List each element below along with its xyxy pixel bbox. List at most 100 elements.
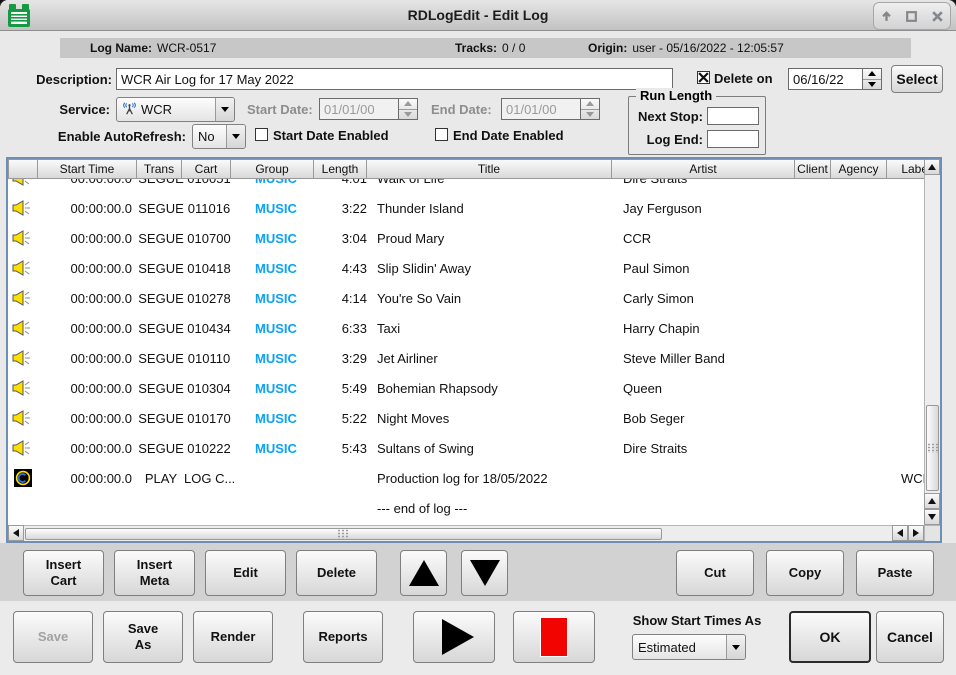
insert-meta-button[interactable]: Insert Meta xyxy=(114,550,195,596)
speaker-icon xyxy=(8,179,38,186)
combo-arrow-icon[interactable] xyxy=(226,125,245,148)
cell-trans: SEGUE xyxy=(138,261,184,276)
scroll-left-icon[interactable] xyxy=(8,525,24,541)
log-row[interactable]: 00:00:00.0SEGUE010700MUSIC3:04Proud Mary… xyxy=(8,223,924,253)
horizontal-scroll-thumb[interactable] xyxy=(25,528,662,540)
cell-group: MUSIC xyxy=(234,441,318,456)
shade-window-icon[interactable] xyxy=(880,9,894,23)
autorefresh-combo[interactable]: No xyxy=(192,124,246,149)
delete-button[interactable]: Delete xyxy=(296,550,377,596)
close-window-icon[interactable] xyxy=(930,9,944,23)
spin-up-icon[interactable] xyxy=(863,69,881,80)
run-length-title: Run Length xyxy=(636,88,716,103)
cell-artist: Dire Straits xyxy=(618,441,802,456)
log-row[interactable]: 00:00:00.0SEGUE010170MUSIC5:22Night Move… xyxy=(8,403,924,433)
cell-group: MUSIC xyxy=(234,201,318,216)
combo-arrow-icon[interactable] xyxy=(215,98,234,121)
save-button: Save xyxy=(13,611,93,663)
log-row[interactable]: 00:00:00.0SEGUE010434MUSIC6:33TaxiHarry … xyxy=(8,313,924,343)
cell-start_time: 00:00:00.0 xyxy=(38,321,138,336)
delete-on-checkbox[interactable] xyxy=(697,71,710,84)
log-row[interactable]: 00:00:00.0PLAYLOG C...Production log for… xyxy=(8,463,924,493)
cut-button[interactable]: Cut xyxy=(676,550,754,596)
stop-button[interactable] xyxy=(513,611,595,663)
start-date-input xyxy=(319,98,399,120)
copy-button[interactable]: Copy xyxy=(766,550,844,596)
cell-group: MUSIC xyxy=(234,291,318,306)
log-row[interactable]: 00:00:00.0SEGUE010110MUSIC3:29Jet Airlin… xyxy=(8,343,924,373)
column-header-title[interactable]: Title xyxy=(366,159,612,179)
cell-trans: SEGUE xyxy=(138,381,184,396)
spin-down-icon[interactable] xyxy=(863,80,881,90)
log-row[interactable]: 00:00:00.0SEGUE010304MUSIC5:49Bohemian R… xyxy=(8,373,924,403)
insert-cart-button[interactable]: Insert Cart xyxy=(23,550,104,596)
column-header-label[interactable]: Label xyxy=(886,159,924,179)
save-as-button[interactable]: Save As xyxy=(103,611,183,663)
cell-group: MUSIC xyxy=(234,411,318,426)
column-header-length[interactable]: Length xyxy=(313,159,367,179)
play-button[interactable] xyxy=(413,611,495,663)
log-row[interactable]: 00:00:00.0SEGUE010278MUSIC4:14You're So … xyxy=(8,283,924,313)
column-header-start_time[interactable]: Start Time xyxy=(37,159,137,179)
cell-group: MUSIC xyxy=(234,381,318,396)
scroll-down-icon[interactable] xyxy=(924,509,940,525)
autorefresh-value: No xyxy=(198,129,215,144)
delete-on-label: Delete on xyxy=(714,71,773,86)
cell-trans: SEGUE xyxy=(138,201,184,216)
start-date-enabled-checkbox[interactable] xyxy=(255,128,268,141)
ok-button[interactable]: OK xyxy=(789,611,871,663)
log-end-input[interactable] xyxy=(707,130,759,148)
cell-group: MUSIC xyxy=(234,321,318,336)
column-header-artist[interactable]: Artist xyxy=(611,159,795,179)
maximize-window-icon[interactable] xyxy=(905,9,919,23)
log-end-label: Log End: xyxy=(633,132,703,147)
log-row[interactable]: 00:00:00.0SEGUE010222MUSIC5:43Sultans of… xyxy=(8,433,924,463)
speaker-icon xyxy=(8,350,38,366)
description-input[interactable] xyxy=(116,68,673,90)
cell-length: 6:33 xyxy=(318,321,372,336)
move-down-button[interactable] xyxy=(461,550,508,596)
move-down-icon xyxy=(470,560,500,586)
delete-date-spinner[interactable] xyxy=(863,68,882,90)
column-header-group[interactable]: Group xyxy=(230,159,314,179)
render-button[interactable]: Render xyxy=(193,611,273,663)
end-date-enabled-checkbox[interactable] xyxy=(435,128,448,141)
combo-arrow-icon[interactable] xyxy=(726,635,745,659)
edit-button[interactable]: Edit xyxy=(205,550,286,596)
horizontal-scrollbar[interactable] xyxy=(8,525,924,541)
cancel-button[interactable]: Cancel xyxy=(876,611,944,663)
column-header-agency[interactable]: Agency xyxy=(830,159,887,179)
paste-button[interactable]: Paste xyxy=(856,550,934,596)
column-header-icon[interactable] xyxy=(8,159,38,179)
scroll-up-icon[interactable] xyxy=(924,159,940,175)
service-label: Service: xyxy=(30,102,110,117)
log-row[interactable]: 00:00:00.0SEGUE010051MUSIC4:01Walk of Li… xyxy=(8,179,924,193)
cell-length: 4:43 xyxy=(318,261,372,276)
vertical-scroll-thumb[interactable] xyxy=(926,405,939,491)
show-start-times-label: Show Start Times As xyxy=(617,613,777,628)
speaker-icon xyxy=(8,320,38,336)
show-start-times-combo[interactable]: Estimated xyxy=(632,634,746,660)
delete-date-input[interactable] xyxy=(788,68,863,90)
cell-title: Taxi xyxy=(372,321,618,336)
scroll-up-icon[interactable] xyxy=(924,493,940,509)
column-header-client[interactable]: Client xyxy=(794,159,831,179)
log-row[interactable]: 00:00:00.0SEGUE010418MUSIC4:43Slip Slidi… xyxy=(8,253,924,283)
select-button[interactable]: Select xyxy=(891,65,943,93)
scroll-left-icon[interactable] xyxy=(892,525,908,541)
start-date-spinner xyxy=(399,98,418,120)
reports-button[interactable]: Reports xyxy=(303,611,383,663)
cell-artist: Jay Ferguson xyxy=(618,201,802,216)
next-stop-input[interactable] xyxy=(707,107,759,125)
move-up-button[interactable] xyxy=(400,550,447,596)
checkmark-x-icon xyxy=(698,72,709,83)
cell-start_time: 00:00:00.0 xyxy=(38,351,138,366)
log-row[interactable]: 00:00:00.0SEGUE011016MUSIC3:22Thunder Is… xyxy=(8,193,924,223)
autorefresh-label: Enable AutoRefresh: xyxy=(30,129,186,144)
cell-title: Proud Mary xyxy=(372,231,618,246)
column-header-cart[interactable]: Cart xyxy=(181,159,231,179)
column-header-trans[interactable]: Trans xyxy=(136,159,182,179)
vertical-scrollbar[interactable] xyxy=(924,159,940,525)
service-combo[interactable]: WCR xyxy=(116,97,235,122)
scroll-right-icon[interactable] xyxy=(908,525,924,541)
